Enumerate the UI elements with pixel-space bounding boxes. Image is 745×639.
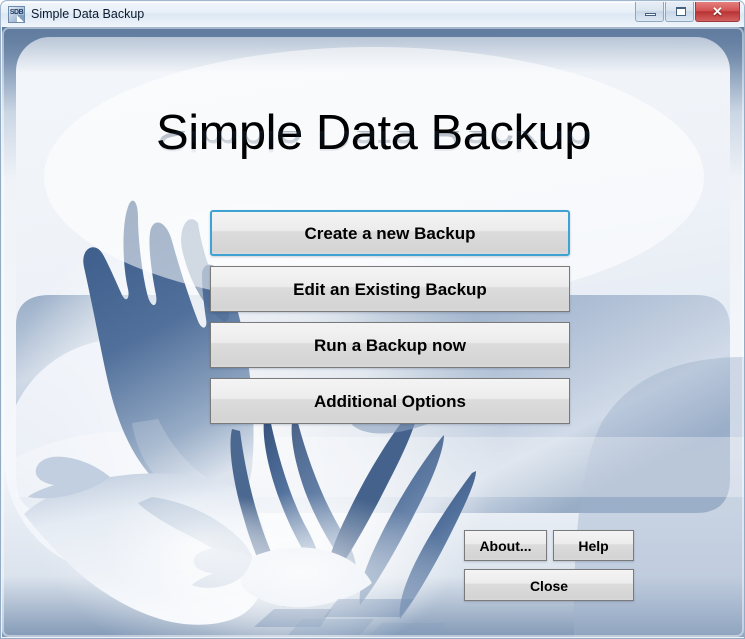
help-button[interactable]: Help	[553, 530, 634, 561]
close-window-button[interactable]: ✕	[695, 2, 740, 22]
window-controls: ✕	[635, 2, 740, 22]
client-area: Simple Data Backup Simple Data Backup Cr…	[0, 27, 745, 639]
minimize-button[interactable]	[635, 2, 664, 22]
application-window: SDB Simple Data Backup ✕ Simple Data Bac…	[0, 0, 745, 639]
maximize-button[interactable]	[665, 2, 694, 22]
minimize-icon	[645, 13, 656, 16]
title-bar: SDB Simple Data Backup ✕	[0, 0, 745, 27]
about-button[interactable]: About...	[464, 530, 547, 561]
run-backup-now-button[interactable]: Run a Backup now	[210, 322, 570, 368]
create-new-backup-button[interactable]: Create a new Backup	[210, 210, 570, 256]
additional-options-button[interactable]: Additional Options	[210, 378, 570, 424]
edit-existing-backup-button[interactable]: Edit an Existing Backup	[210, 266, 570, 312]
app-icon: SDB	[8, 6, 25, 23]
close-button[interactable]: Close	[464, 569, 634, 601]
window-title: Simple Data Backup	[31, 7, 145, 21]
maximize-icon	[676, 7, 686, 16]
app-icon-fold	[17, 15, 24, 22]
close-icon: ✕	[712, 4, 723, 19]
